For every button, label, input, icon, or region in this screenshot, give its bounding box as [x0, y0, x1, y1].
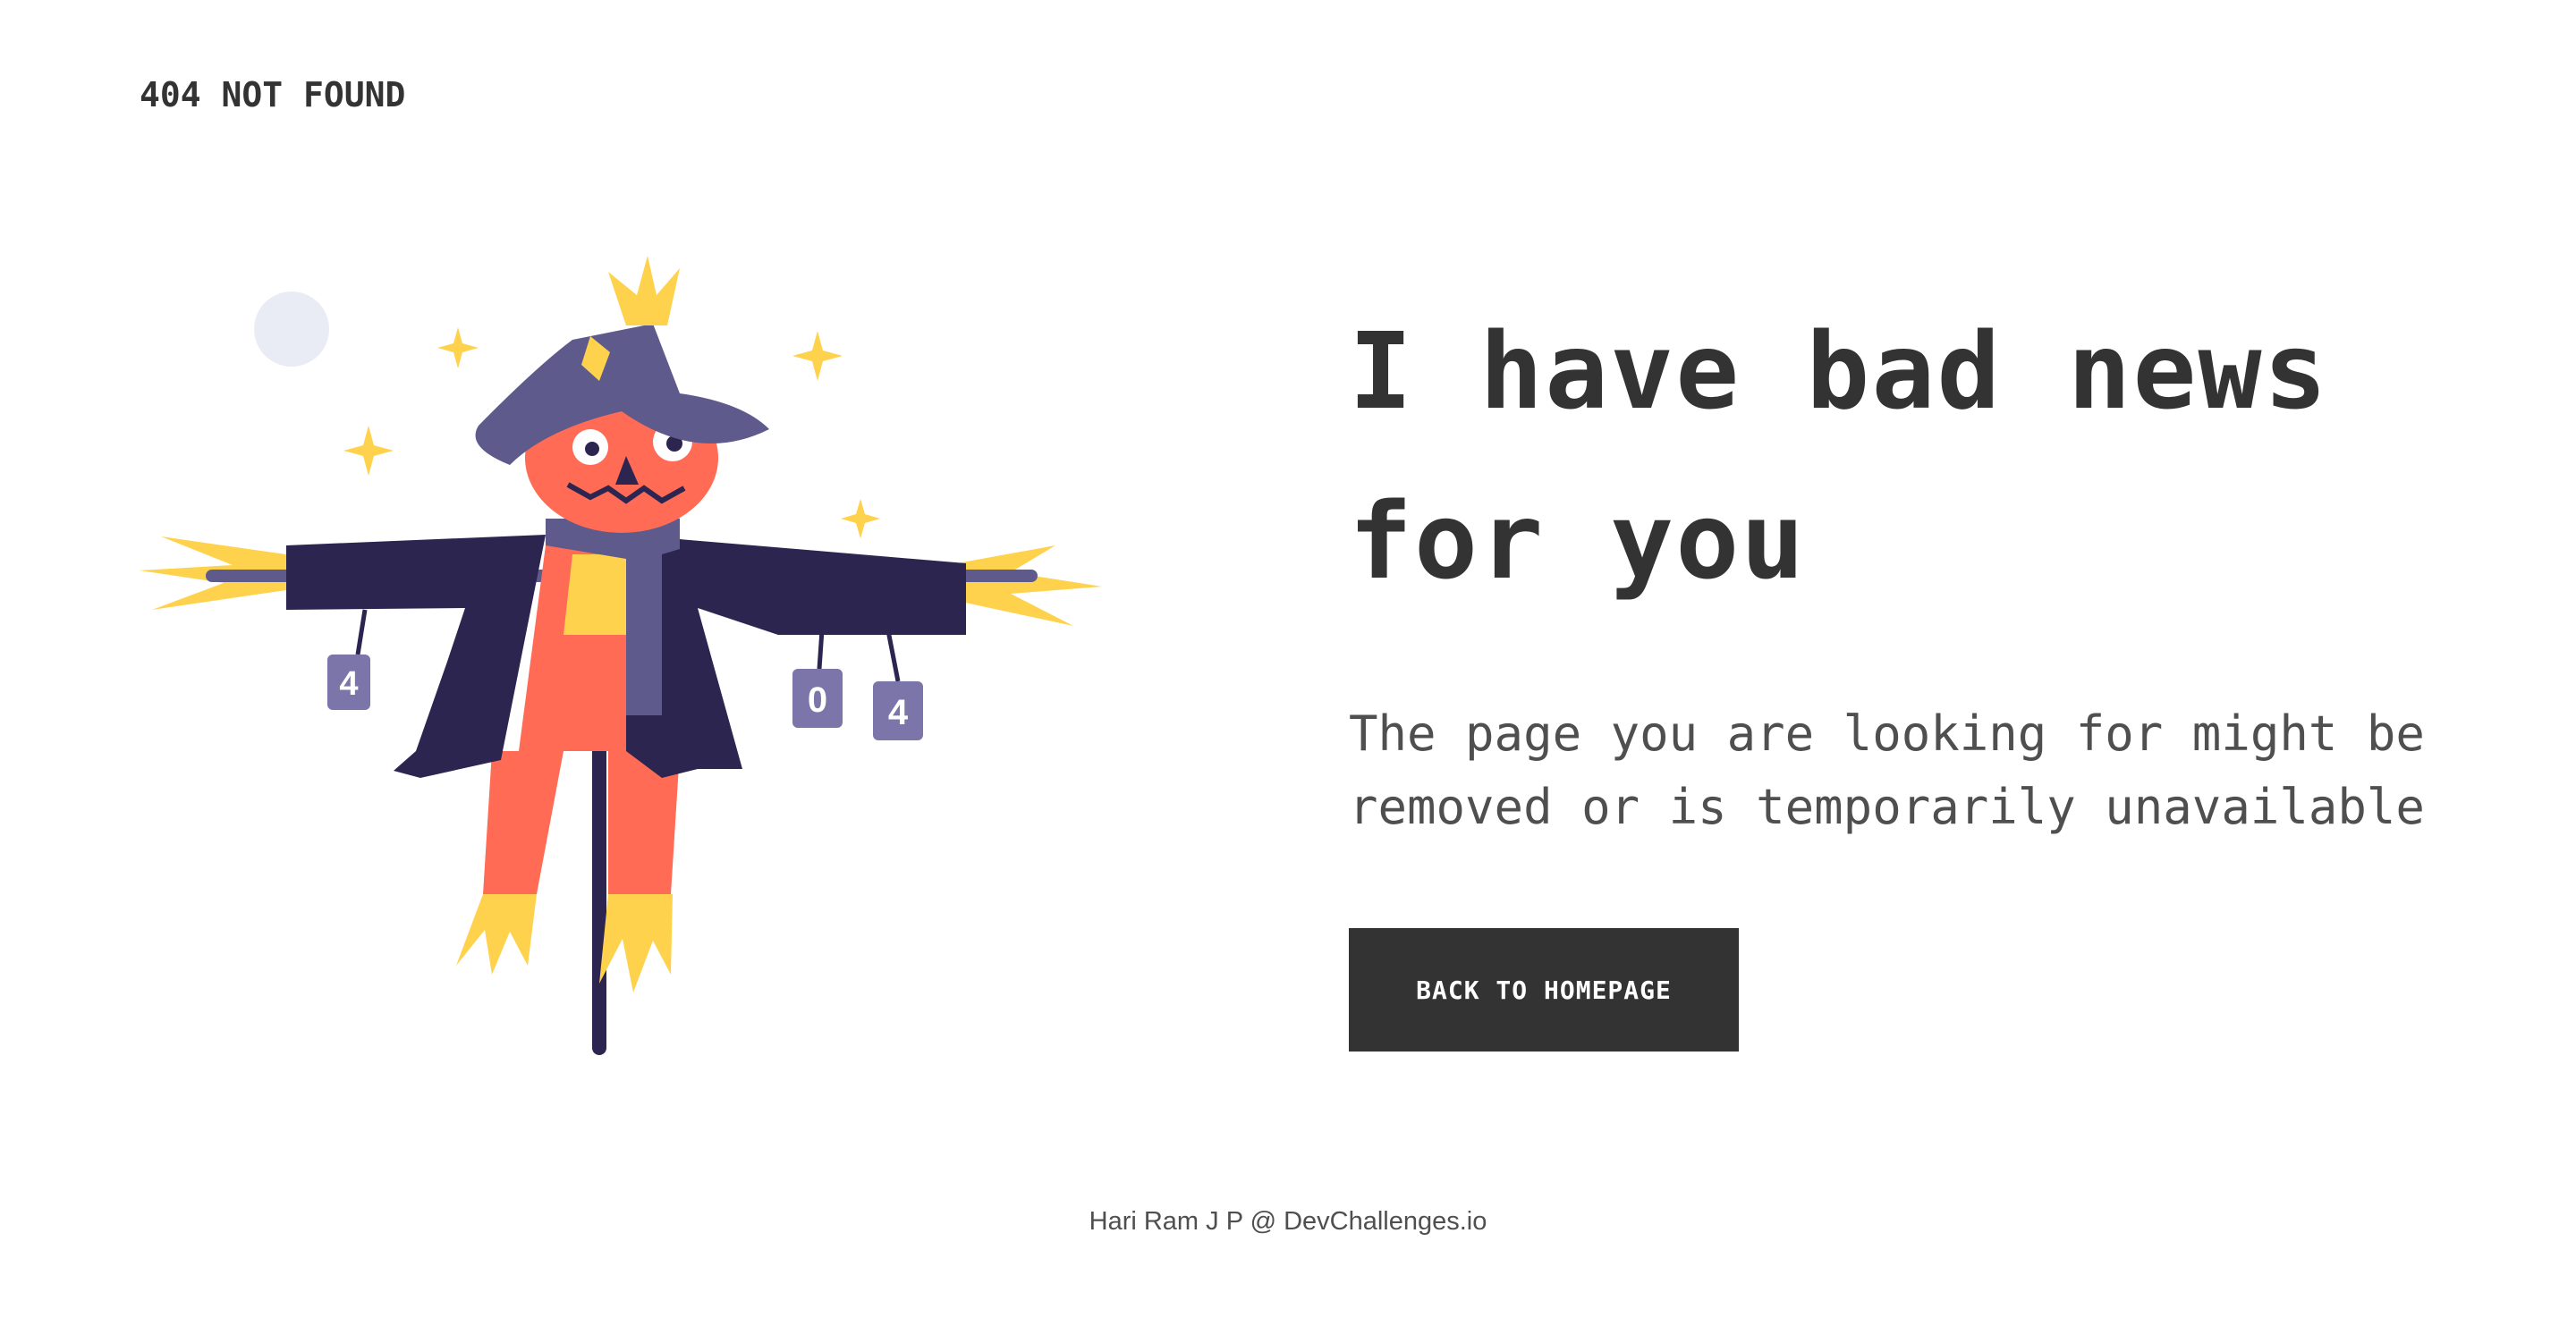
coat	[286, 535, 546, 778]
back-to-homepage-button[interactable]: BACK TO HOMEPAGE	[1349, 928, 1739, 1052]
description: The page you are looking for might be re…	[1349, 705, 2425, 835]
headline: I have bad news for you	[1349, 309, 2329, 603]
can-label: 0	[808, 680, 827, 720]
moon-circle	[254, 291, 329, 367]
can-label: 4	[888, 693, 909, 732]
straw-right	[957, 545, 1102, 626]
can-label: 4	[339, 665, 358, 703]
brand-title: 404 NOT FOUND	[140, 75, 406, 114]
pole	[592, 715, 606, 1055]
scarecrow-illustration: 4 0 4	[125, 250, 1127, 1091]
main-content: I have bad news for you The page you are…	[1349, 286, 2512, 844]
can-4-right: 4	[873, 616, 923, 740]
footer-credit: Hari Ram J P @ DevChallenges.io	[1089, 1207, 1487, 1236]
can-4-left: 4	[327, 609, 370, 710]
left-leg	[483, 751, 564, 894]
